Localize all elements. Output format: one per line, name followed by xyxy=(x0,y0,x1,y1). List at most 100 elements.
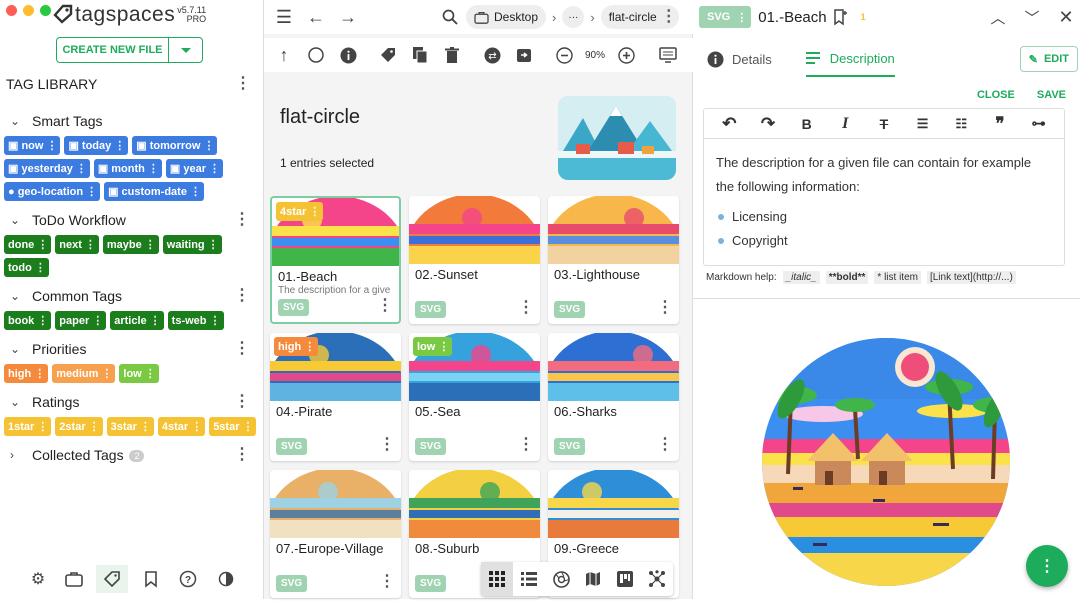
tag-paper[interactable]: paper ⋮ xyxy=(55,311,107,330)
tag-low[interactable]: low ⋮ xyxy=(119,364,159,383)
bold-icon[interactable]: B xyxy=(794,111,820,137)
tag-book[interactable]: book ⋮ xyxy=(4,311,52,330)
file-menu-icon[interactable]: ⋮ xyxy=(377,298,393,314)
tag-today[interactable]: ▣ today ⋮ xyxy=(64,136,129,155)
tab-details[interactable]: Details xyxy=(707,42,772,76)
file-tag[interactable]: 4star ⋮ xyxy=(276,202,324,221)
tag-custom-date[interactable]: ▣ custom-date ⋮ xyxy=(104,182,204,201)
folder-menu-icon[interactable]: ⋮ xyxy=(661,9,677,25)
file-card[interactable]: 01.-Beach The description for a give SVG ⋮ 4… xyxy=(270,196,401,324)
grid-view-icon[interactable] xyxy=(481,562,513,596)
group-smart-tags[interactable]: ⌄ Smart Tags xyxy=(0,106,264,136)
forward-arrow-icon[interactable]: → xyxy=(334,3,362,31)
tag-medium[interactable]: medium ⋮ xyxy=(52,364,116,383)
file-menu-icon[interactable]: ⋮ xyxy=(518,300,534,316)
copy-icon[interactable] xyxy=(406,41,434,69)
mind-map-view-icon[interactable] xyxy=(641,562,673,596)
edit-button[interactable]: ✎ EDIT xyxy=(1019,46,1078,72)
floating-action-button[interactable]: ⋮ xyxy=(1026,545,1068,587)
file-card[interactable]: 05.-Sea SVG ⋮ low ⋮ xyxy=(409,333,540,461)
group-common-tags[interactable]: ⌄ Common Tags ⋮ xyxy=(0,281,264,311)
file-menu-icon[interactable]: ⋮ xyxy=(379,574,395,590)
close-x-icon[interactable]: ✕ xyxy=(1052,3,1080,31)
breadcrumb-ellipsis[interactable]: ··· xyxy=(562,6,585,28)
tag-5star[interactable]: 5star ⋮ xyxy=(209,417,257,436)
close-button[interactable]: CLOSE xyxy=(977,89,1015,101)
create-new-file-button[interactable]: CREATE NEW FILE xyxy=(56,37,203,63)
bookmarks-icon[interactable] xyxy=(134,565,166,593)
tag-yesterday[interactable]: ▣ yesterday ⋮ xyxy=(4,159,90,178)
file-card[interactable]: 04.-Pirate SVG ⋮ high ⋮ xyxy=(270,333,401,461)
kanban-view-icon[interactable] xyxy=(609,562,641,596)
move-to-folder-icon[interactable] xyxy=(510,41,538,69)
tag-now[interactable]: ▣ now ⋮ xyxy=(4,136,61,155)
link-icon[interactable]: ⊶ xyxy=(1026,111,1052,137)
locations-briefcase-icon[interactable] xyxy=(58,565,90,593)
tag-icon[interactable] xyxy=(374,41,402,69)
tag-article[interactable]: article ⋮ xyxy=(110,311,164,330)
group-menu-icon[interactable]: ⋮ xyxy=(234,288,250,304)
tag-waiting[interactable]: waiting ⋮ xyxy=(162,235,222,254)
save-button[interactable]: SAVE xyxy=(1037,89,1066,101)
zoom-out-icon[interactable] xyxy=(550,41,578,69)
hamburger-menu-icon[interactable]: ☰ xyxy=(270,3,298,31)
close-window-button[interactable] xyxy=(6,5,17,16)
info-icon[interactable] xyxy=(334,41,362,69)
group-todo-workflow[interactable]: ⌄ ToDo Workflow ⋮ xyxy=(0,205,264,235)
tag-year[interactable]: ▣ year ⋮ xyxy=(165,159,223,178)
redo-icon[interactable]: ↷ xyxy=(755,111,781,137)
list-view-icon[interactable] xyxy=(513,562,545,596)
tag-library-tag-icon[interactable] xyxy=(96,565,128,593)
group-collected-tags[interactable]: › Collected Tags 2 ⋮ xyxy=(0,440,264,470)
tag-4star[interactable]: 4star ⋮ xyxy=(157,417,206,436)
settings-gear-icon[interactable]: ⚙ xyxy=(24,565,52,593)
breadcrumb-current-folder[interactable]: flat-circle ⋮ xyxy=(600,5,679,29)
bullet-list-icon[interactable]: ☰ xyxy=(910,111,936,137)
tag-library-menu-icon[interactable]: ⋮ xyxy=(235,76,251,92)
breadcrumb-location[interactable]: Desktop xyxy=(466,5,547,29)
map-view-icon[interactable] xyxy=(577,562,609,596)
tag-month[interactable]: ▣ month ⋮ xyxy=(93,159,162,178)
back-arrow-icon[interactable]: ← xyxy=(302,3,330,31)
file-extension-badge[interactable]: SVG xyxy=(554,438,586,455)
quote-icon[interactable]: ❞ xyxy=(987,111,1013,137)
zoom-in-icon[interactable] xyxy=(612,41,640,69)
tag-ts-web[interactable]: ts-web ⋮ xyxy=(167,311,224,330)
group-priorities[interactable]: ⌄ Priorities ⋮ xyxy=(0,334,264,364)
tag-high[interactable]: high ⋮ xyxy=(4,364,49,383)
theme-toggle-icon[interactable] xyxy=(210,565,242,593)
strikethrough-icon[interactable]: T xyxy=(871,111,897,137)
perspective-settings-icon[interactable] xyxy=(654,41,682,69)
maximize-window-button[interactable] xyxy=(40,5,51,16)
undo-icon[interactable]: ↶ xyxy=(716,111,742,137)
file-tag[interactable]: low ⋮ xyxy=(413,337,453,356)
group-menu-icon[interactable]: ⋮ xyxy=(234,341,250,357)
create-options-dropdown[interactable] xyxy=(168,38,202,62)
group-ratings[interactable]: ⌄ Ratings ⋮ xyxy=(0,387,264,417)
select-all-circle-icon[interactable] xyxy=(302,41,330,69)
tag-tomorrow[interactable]: ▣ tomorrow ⋮ xyxy=(132,136,218,155)
file-menu-icon[interactable]: ⋮ xyxy=(518,437,534,453)
file-menu-icon[interactable]: ⋮ xyxy=(657,437,673,453)
previous-chevron-up-icon[interactable]: ︿ xyxy=(984,3,1012,31)
file-extension-badge[interactable]: SVG ⋮ xyxy=(699,6,752,28)
italic-icon[interactable]: I xyxy=(832,111,858,137)
next-chevron-down-icon[interactable]: ﹀ xyxy=(1018,3,1046,31)
group-menu-icon[interactable]: ⋮ xyxy=(234,447,250,463)
file-card[interactable]: 03.-Lighthouse SVG ⋮ xyxy=(548,196,679,324)
tag-1star[interactable]: 1star ⋮ xyxy=(4,417,52,436)
gallery-aperture-icon[interactable] xyxy=(545,562,577,596)
file-extension-badge[interactable]: SVG xyxy=(276,575,308,592)
editor-content[interactable]: The description for a given file can con… xyxy=(704,139,1064,253)
tab-description[interactable]: Description xyxy=(805,41,895,77)
file-menu-icon[interactable]: ⋮ xyxy=(379,437,395,453)
parent-folder-arrow-icon[interactable]: ↑ xyxy=(270,41,298,69)
delete-trash-icon[interactable] xyxy=(438,41,466,69)
folder-thumbnail[interactable] xyxy=(558,96,676,180)
tag-done[interactable]: done ⋮ xyxy=(4,235,52,254)
search-icon[interactable] xyxy=(436,3,464,31)
file-extension-badge[interactable]: SVG xyxy=(554,301,586,318)
file-extension-badge[interactable]: SVG xyxy=(415,438,447,455)
tag-next[interactable]: next ⋮ xyxy=(55,235,99,254)
file-extension-badge[interactable]: SVG xyxy=(276,438,308,455)
